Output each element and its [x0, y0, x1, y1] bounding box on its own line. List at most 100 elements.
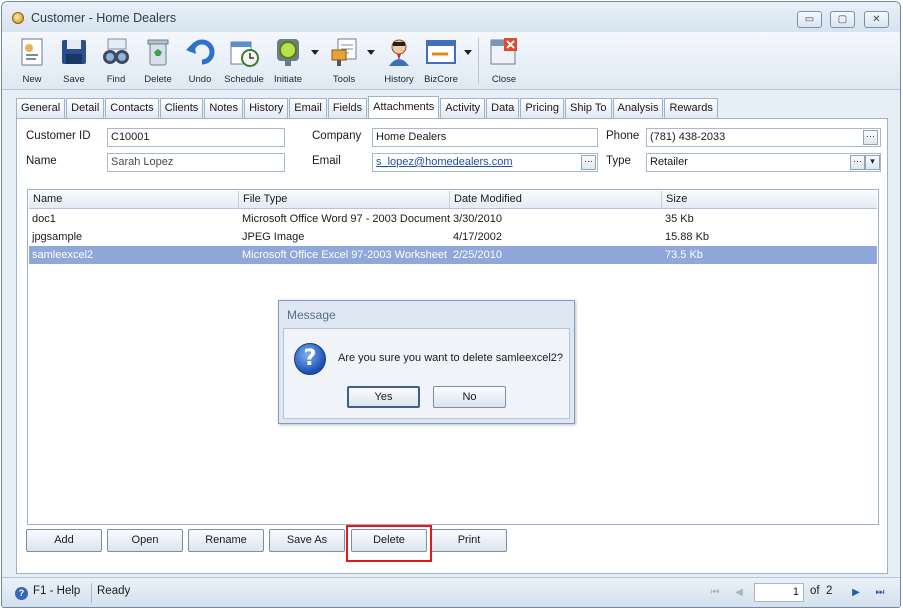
type-select[interactable]: Retailer [646, 153, 881, 172]
tab-data[interactable]: Data [486, 98, 520, 118]
bizcore-button[interactable]: BizCore [421, 36, 461, 88]
first-page-icon[interactable]: ⏮ [708, 586, 722, 600]
tab-ship-to[interactable]: Ship To [565, 98, 612, 118]
dialog-body: ? Are you sure you want to delete samlee… [283, 328, 570, 419]
phone-field[interactable]: (781) 438-2033 [646, 128, 881, 147]
cell-date: 3/30/2010 [453, 213, 502, 225]
tab-activity[interactable]: Activity [440, 98, 486, 118]
name-field[interactable]: Sarah Lopez [107, 153, 285, 172]
company-label: Company [312, 130, 362, 142]
tab-contacts[interactable]: Contacts [105, 98, 159, 118]
customer-id-field[interactable]: C10001 [107, 128, 285, 147]
cell-date: 4/17/2002 [453, 231, 502, 243]
cell-name: doc1 [32, 213, 56, 225]
help-label[interactable]: F1 - Help [33, 585, 80, 597]
tab-email[interactable]: Email [289, 98, 327, 118]
cell-name: jpgsample [32, 231, 83, 243]
rename-button[interactable]: Rename [188, 529, 264, 552]
tab-general[interactable]: General [16, 98, 66, 118]
bizcore-dropdown-icon[interactable] [464, 50, 472, 55]
tab-notes[interactable]: Notes [204, 98, 244, 118]
status-separator [91, 583, 92, 603]
save-as-button[interactable]: Save As [269, 529, 345, 552]
dialog-message: Are you sure you want to delete samleexc… [338, 352, 564, 364]
minimize-button[interactable]: ▭ [797, 11, 822, 28]
title-bar: Customer - Home Dealers ▭ ▢ ✕ [2, 2, 900, 32]
open-button[interactable]: Open [107, 529, 183, 552]
column-header-file-type[interactable]: File Type [239, 191, 450, 209]
tab-clients[interactable]: Clients [159, 98, 204, 118]
bizcore-icon [426, 40, 456, 64]
type-dropdown-button[interactable]: ▾ [865, 155, 880, 170]
page-total: 2 [826, 585, 833, 597]
phone-label: Phone [606, 130, 640, 142]
email-field[interactable]: s_lopez@homedealers.com [372, 153, 598, 172]
last-page-icon[interactable]: ⏭ [873, 586, 887, 600]
print-button[interactable]: Print [431, 529, 507, 552]
find-icon [103, 38, 129, 64]
close-button[interactable]: Close [484, 36, 524, 88]
no-button[interactable]: No [433, 386, 506, 408]
tab-fields[interactable]: Fields [327, 98, 368, 118]
history-icon [389, 39, 409, 66]
previous-page-icon[interactable]: ◀ [732, 586, 746, 600]
table-row[interactable]: doc1 Microsoft Office Word 97 - 2003 Doc… [29, 210, 877, 228]
help-icon[interactable]: ? [15, 587, 28, 600]
type-browse-button[interactable]: ··· [850, 155, 865, 170]
toolbar-separator [478, 38, 479, 84]
customer-id-label: Customer ID [26, 130, 91, 142]
toolbar: New Save Find Delete Undo Schedule Initi… [2, 32, 900, 90]
grid-header: Name File Type Date Modified Size [29, 191, 877, 209]
cell-name: samleexcel2 [32, 249, 94, 261]
page-number-input[interactable]: 1 [754, 583, 804, 602]
tab-detail[interactable]: Detail [66, 98, 105, 118]
close-window-button[interactable]: ✕ [864, 11, 889, 28]
tools-dropdown-icon[interactable] [367, 50, 375, 55]
undo-icon [186, 39, 215, 65]
window-title: Customer - Home Dealers [31, 11, 177, 25]
new-button[interactable]: New [12, 36, 52, 88]
delete-icon [147, 39, 169, 66]
status-bar: ? F1 - Help Ready ⏮ ◀ 1 of 2 ▶ ⏭ [2, 577, 900, 607]
phone-browse-button[interactable]: ··· [863, 130, 878, 145]
message-dialog: Message ? Are you sure you want to delet… [278, 300, 575, 424]
initiate-button[interactable]: Initiate [268, 36, 308, 88]
next-page-icon[interactable]: ▶ [849, 586, 863, 600]
new-icon [21, 38, 43, 66]
column-header-size[interactable]: Size [662, 191, 877, 209]
tab-history[interactable]: History [244, 98, 289, 118]
page-of-label: of [810, 585, 820, 597]
delete-button-toolbar[interactable]: Delete [138, 36, 178, 88]
tab-pricing[interactable]: Pricing [520, 98, 565, 118]
tab-attachments[interactable]: Attachments [368, 96, 440, 118]
column-header-date-modified[interactable]: Date Modified [450, 191, 662, 209]
cell-file-type: JPEG Image [242, 231, 305, 243]
email-browse-button[interactable]: ··· [581, 155, 596, 170]
initiate-dropdown-icon[interactable] [311, 50, 319, 55]
name-label: Name [26, 155, 57, 167]
save-icon [62, 40, 86, 64]
cell-size: 35 Kb [665, 213, 694, 225]
cell-size: 15.88 Kb [665, 231, 710, 243]
company-field[interactable]: Home Dealers [372, 128, 598, 147]
history-button[interactable]: History [379, 36, 419, 88]
undo-button[interactable]: Undo [180, 36, 220, 88]
tab-analysis[interactable]: Analysis [612, 98, 664, 118]
question-icon: ? [294, 343, 326, 375]
maximize-button[interactable]: ▢ [830, 11, 855, 28]
yes-button[interactable]: Yes [347, 386, 420, 408]
cell-date: 2/25/2010 [453, 249, 502, 261]
table-row-selected[interactable]: samleexcel2 Microsoft Office Excel 97-20… [29, 246, 877, 264]
add-button[interactable]: Add [26, 529, 102, 552]
find-button[interactable]: Find [96, 36, 136, 88]
save-button[interactable]: Save [54, 36, 94, 88]
type-label: Type [606, 155, 631, 167]
customer-window: Customer - Home Dealers ▭ ▢ ✕ New Save F… [1, 1, 901, 608]
tab-rewards[interactable]: Rewards [664, 98, 718, 118]
cell-file-type: Microsoft Office Excel 97-2003 Worksheet [242, 249, 448, 261]
column-header-name[interactable]: Name [29, 191, 239, 209]
tools-button[interactable]: Tools [324, 36, 364, 88]
table-row[interactable]: jpgsample JPEG Image 4/17/2002 15.88 Kb [29, 228, 877, 246]
schedule-button[interactable]: Schedule [224, 36, 264, 88]
tools-icon [331, 38, 357, 66]
